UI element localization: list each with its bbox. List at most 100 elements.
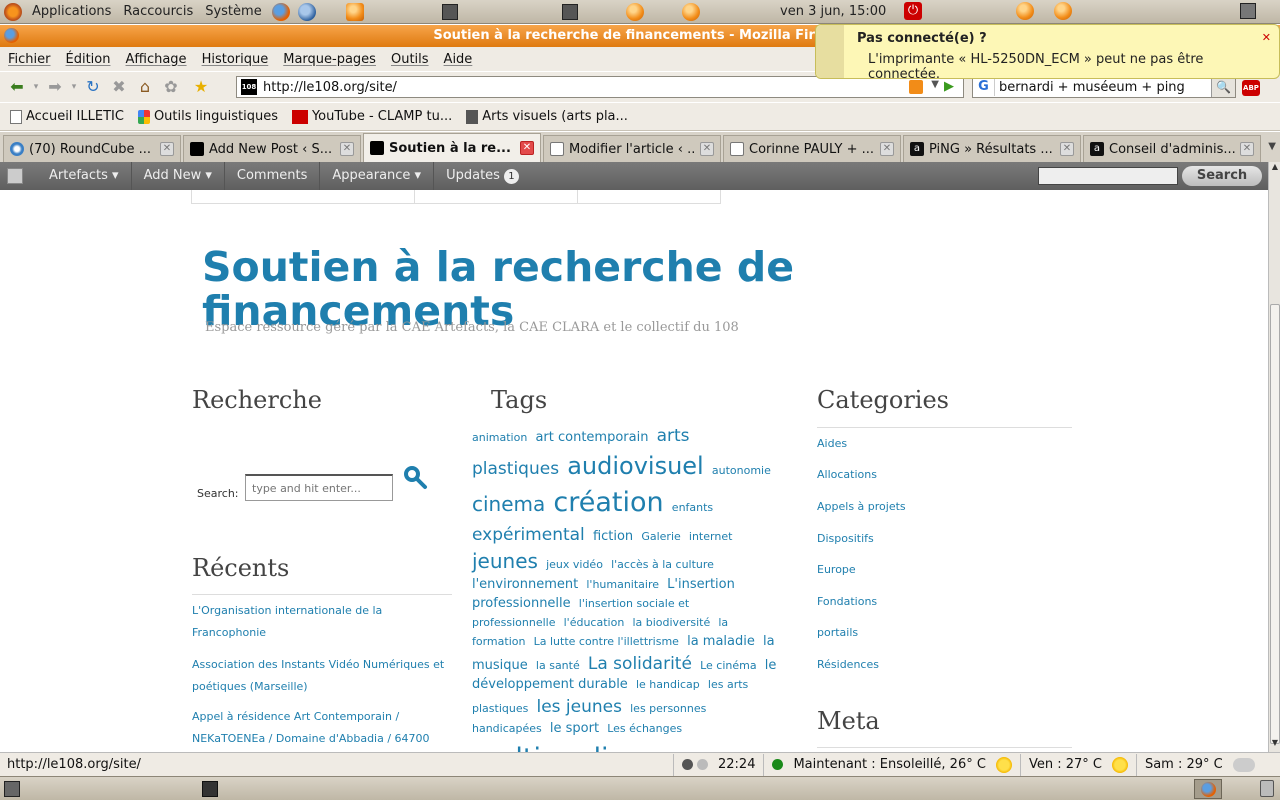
tab-ping-resultats[interactable]: a PiNG » Résultats ... ✕ <box>903 135 1081 162</box>
stop-icon[interactable]: ✖ <box>106 75 132 99</box>
menu-aide[interactable]: Aide <box>436 52 480 67</box>
recent-post-link[interactable]: Appel à résidence Art Contemporain / NEK… <box>192 706 452 750</box>
category-link-appels-a-projets[interactable]: Appels à projets <box>817 500 906 513</box>
adminbar-comments[interactable]: Comments <box>225 162 321 190</box>
close-tab-icon[interactable]: ✕ <box>520 141 534 155</box>
tag-link[interactable]: internet <box>689 530 733 543</box>
bookmark-accueil-illetic[interactable]: Accueil ILLETIC <box>10 109 124 124</box>
menu-fichier[interactable]: Fichier <box>0 52 58 67</box>
tab-list-dropdown-icon[interactable]: ▼ <box>1268 141 1276 152</box>
close-tab-icon[interactable]: ✕ <box>1240 142 1254 156</box>
tag-link[interactable]: l'environnement <box>472 577 578 592</box>
tag-link[interactable]: création <box>553 487 663 518</box>
recent-post-link[interactable]: Association des Instants Vidéo Numérique… <box>192 654 452 698</box>
tag-link[interactable]: art contemporain <box>535 430 648 445</box>
scroll-up-icon[interactable]: ▲ <box>1269 162 1280 176</box>
screenshot-launcher-icon[interactable] <box>441 3 458 20</box>
panel-clock[interactable]: ven 3 jun, 15:00 <box>780 4 886 19</box>
back-history-dropdown-icon[interactable]: ▾ <box>30 75 42 99</box>
avatar[interactable] <box>7 168 23 184</box>
rss-feed-icon[interactable] <box>909 80 923 94</box>
tag-link[interactable]: les jeunes <box>536 697 622 717</box>
tag-link[interactable]: Les échanges <box>607 722 682 735</box>
forward-arrow-icon[interactable]: ➡ <box>42 75 68 99</box>
applications-menu[interactable]: Applications <box>26 4 117 19</box>
url-text[interactable]: http://le108.org/site/ <box>263 80 397 95</box>
adminbar-add-new[interactable]: Add New ▾ <box>132 162 225 190</box>
printer-tray-icon[interactable] <box>1240 3 1256 19</box>
thunderbird-launcher-icon[interactable] <box>297 2 316 21</box>
firefox-launcher-icon[interactable] <box>271 2 290 21</box>
search-input[interactable] <box>245 474 393 501</box>
show-desktop-icon[interactable] <box>4 781 20 797</box>
tab-modifier-article[interactable]: Modifier l'article ‹ ... ✕ <box>543 135 721 162</box>
extension-icon[interactable]: ✿ <box>158 75 184 99</box>
systeme-menu[interactable]: Système <box>199 4 267 19</box>
weather-friday[interactable]: Ven : 27° C <box>1019 753 1136 776</box>
update-notifier-icon[interactable] <box>625 2 644 21</box>
close-tab-icon[interactable]: ✕ <box>160 142 174 156</box>
reload-icon[interactable]: ↻ <box>80 75 106 99</box>
tag-link[interactable]: jeunes <box>472 549 538 573</box>
tag-link[interactable]: l'accès à la culture <box>611 558 714 571</box>
weather-saturday[interactable]: Sam : 29° C <box>1135 753 1263 776</box>
taskbar-firefox-button[interactable] <box>1194 779 1222 799</box>
scrollbar-thumb[interactable] <box>1270 304 1280 744</box>
close-tab-icon[interactable]: ✕ <box>700 142 714 156</box>
home-icon[interactable]: ⌂ <box>132 75 158 99</box>
back-arrow-icon[interactable]: ⬅ <box>4 75 30 99</box>
tab-corinne-pauly[interactable]: Corinne PAULY + ... ✕ <box>723 135 901 162</box>
tag-link[interactable]: enfants <box>672 501 713 514</box>
menu-historique[interactable]: Historique <box>194 52 276 67</box>
tray-update-icon[interactable] <box>1016 2 1034 20</box>
page-scrollbar[interactable]: ▲ ▼ <box>1268 162 1280 752</box>
tag-link[interactable]: animation <box>472 431 527 444</box>
adminbar-search-input[interactable] <box>1038 167 1178 185</box>
bookmark-outils-linguistiques[interactable]: Outils linguistiques <box>137 109 278 124</box>
tag-link[interactable]: cinema <box>472 492 545 516</box>
tab-roundcube[interactable]: (70) RoundCube ... ✕ <box>3 135 181 162</box>
close-tab-icon[interactable]: ✕ <box>340 142 354 156</box>
tag-link[interactable]: autonomie <box>712 464 771 477</box>
adblock-plus-icon[interactable]: ABP <box>1242 80 1260 96</box>
tag-link[interactable]: la biodiversité <box>632 616 710 629</box>
search-submit-icon[interactable] <box>402 464 428 490</box>
scroll-down-icon[interactable]: ▼ <box>1269 738 1280 752</box>
tag-link[interactable]: expérimental <box>472 525 585 545</box>
category-link-europe[interactable]: Europe <box>817 563 856 576</box>
terminal-window-icon[interactable] <box>202 781 218 797</box>
trash-icon[interactable] <box>1260 780 1274 797</box>
bookmark-arts-visuels[interactable]: Arts visuels (arts pla... <box>466 109 628 124</box>
tab-add-new-post[interactable]: Add New Post ‹ S... ✕ <box>183 135 361 162</box>
mail-launcher-icon[interactable] <box>345 2 364 21</box>
close-tab-icon[interactable]: ✕ <box>880 142 894 156</box>
category-link-dispositifs[interactable]: Dispositifs <box>817 532 874 545</box>
tag-link[interactable]: La lutte contre l'illettrisme <box>534 635 679 648</box>
category-link-portails[interactable]: portails <box>817 626 858 639</box>
menu-edition[interactable]: Édition <box>58 52 118 67</box>
adminbar-updates[interactable]: Updates 1 <box>434 162 531 190</box>
url-bar[interactable]: 108 http://le108.org/site/ ▼ <box>236 76 964 98</box>
printer-notification[interactable]: Pas connecté(e) ? L'imprimante « HL-5250… <box>815 24 1280 82</box>
bookmark-star-icon[interactable]: ★ <box>188 75 214 99</box>
tag-link[interactable]: Le cinéma <box>700 659 757 672</box>
close-icon[interactable]: ✕ <box>1262 31 1271 44</box>
weather-now[interactable]: Maintenant : Ensoleillé, 26° C <box>763 753 1019 776</box>
tag-link[interactable]: Galerie <box>641 530 680 543</box>
raccourcis-menu[interactable]: Raccourcis <box>117 4 199 19</box>
tag-link[interactable]: l'humanitaire <box>586 578 659 591</box>
power-icon[interactable]: ⏻ <box>904 2 922 20</box>
tag-link[interactable]: La solidarité <box>588 654 692 674</box>
adminbar-appearance[interactable]: Appearance ▾ <box>320 162 435 190</box>
tag-link[interactable]: le sport <box>550 721 599 736</box>
tag-link[interactable]: multimedia <box>472 743 625 752</box>
forward-history-dropdown-icon[interactable]: ▾ <box>68 75 80 99</box>
tag-link[interactable]: jeux vidéo <box>546 558 603 571</box>
tab-soutien-active[interactable]: Soutien à la re... ✕ <box>363 133 541 162</box>
adminbar-artefacts[interactable]: Artefacts ▾ <box>37 162 132 190</box>
close-tab-icon[interactable]: ✕ <box>1060 142 1074 156</box>
terminal-launcher-icon[interactable] <box>561 3 578 20</box>
tag-link[interactable]: fiction <box>593 529 633 544</box>
tag-link[interactable]: audiovisuel <box>567 452 704 480</box>
category-link-allocations[interactable]: Allocations <box>817 468 877 481</box>
